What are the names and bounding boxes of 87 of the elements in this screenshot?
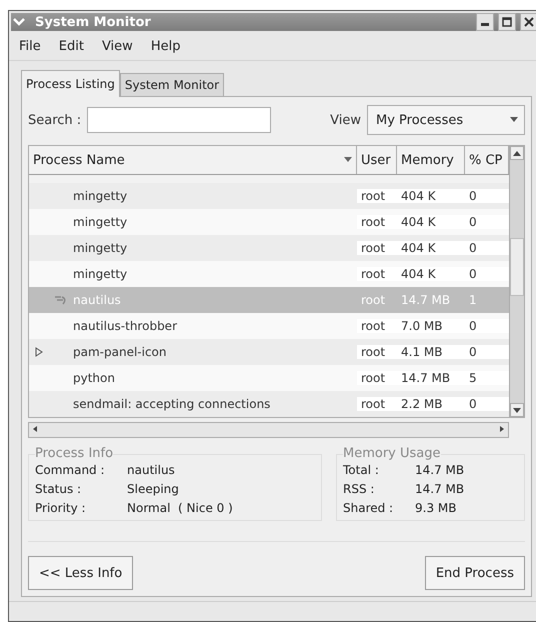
horizontal-scrollbar[interactable] — [28, 422, 509, 438]
end-process-button[interactable]: End Process — [424, 556, 525, 590]
close-icon — [524, 17, 534, 27]
table-cell: root — [361, 241, 386, 255]
field-value: Normal ( Nice 0 ) — [127, 500, 234, 517]
table-row[interactable]: mingetty root 404 K 0 — [29, 183, 509, 209]
close-button[interactable] — [520, 13, 536, 31]
table-cell: root — [361, 267, 386, 281]
table-cell: mingetty — [73, 215, 128, 229]
menu-item[interactable]: Edit — [58, 39, 84, 54]
tab[interactable]: System Monitor — [120, 73, 224, 97]
table-cell: 0 — [469, 319, 477, 333]
expander-triangle-icon[interactable] — [35, 347, 43, 357]
view-dropdown[interactable]: My Processes — [367, 105, 525, 135]
scrollbar-thumb[interactable] — [510, 238, 524, 296]
table-cell: 404 K — [401, 241, 436, 255]
table-cell: 5 — [469, 371, 477, 385]
table-cell: 0 — [469, 189, 477, 203]
table-cell: root — [361, 371, 386, 385]
table-cell: 0 — [469, 397, 477, 411]
table-cell: pam-panel-icon — [73, 345, 166, 359]
field-label: Shared : — [343, 500, 394, 517]
field-label: Command : — [35, 462, 106, 479]
table-cell: root — [361, 293, 386, 307]
table-cell: mingetty — [73, 267, 128, 281]
menu-item[interactable]: File — [19, 39, 41, 54]
table-cell: 0 — [469, 345, 477, 359]
table-cell: root — [361, 397, 386, 411]
table-cell: 404 K — [401, 215, 436, 229]
table-cell: 1 — [469, 293, 477, 307]
column-header[interactable]: Process Name — [29, 146, 357, 174]
table-row[interactable]: mingetty root 404 K 0 — [29, 235, 509, 261]
field-label: RSS : — [343, 481, 376, 498]
window-title: System Monitor — [35, 14, 152, 30]
scroll-down-icon[interactable] — [513, 408, 521, 412]
maximize-icon — [502, 17, 512, 27]
search-label: Search : — [28, 112, 82, 128]
field-value: nautilus — [127, 462, 176, 479]
menu-item[interactable]: Help — [150, 39, 180, 54]
table-row[interactable]: sendmail: accepting connections root 2.2 MB 0 — [29, 391, 509, 417]
tab[interactable]: Process Listing — [21, 70, 120, 97]
process-icon — [54, 295, 68, 305]
search-field[interactable] — [87, 107, 272, 133]
table-cell: 404 K — [401, 189, 436, 203]
table-cell: root — [361, 189, 386, 203]
menu-item[interactable]: View — [102, 39, 133, 54]
dropdown-arrow-icon — [510, 117, 518, 123]
column-header[interactable]: User — [357, 146, 397, 174]
table-row[interactable]: nautilus-throbber root 7.0 MB 0 — [29, 313, 509, 339]
table-row[interactable]: mingetty root 404 K 0 — [29, 209, 509, 235]
group-title: Memory Usage — [343, 446, 441, 461]
field-value: 14.7 MB — [415, 462, 466, 479]
table-cell: root — [361, 319, 386, 333]
table-cell: 14.7 MB — [401, 371, 450, 385]
field-value: 14.7 MB — [415, 481, 466, 498]
table-cell: mingetty — [73, 189, 128, 203]
minimize-button[interactable] — [476, 13, 494, 31]
field-label: Status : — [35, 481, 82, 498]
sort-arrow-icon — [344, 157, 352, 163]
table-cell: 404 K — [401, 267, 436, 281]
scroll-up-icon[interactable] — [513, 150, 521, 156]
table-cell: 14.7 MB — [401, 293, 450, 307]
table-row[interactable]: python root 14.7 MB 5 — [29, 365, 509, 391]
vertical-scrollbar[interactable] — [509, 146, 524, 417]
table-cell: 0 — [469, 267, 477, 281]
column-header[interactable]: Memory — [397, 146, 465, 174]
table-row[interactable]: mingetty root 404 K 0 — [29, 261, 509, 287]
table-row[interactable]: pam-panel-icon root 4.1 MB 0 — [29, 339, 509, 365]
table-cell: root — [361, 215, 386, 229]
table-cell: 4.1 MB — [401, 345, 442, 359]
field-value: 9.3 MB — [415, 500, 458, 517]
table-cell: sendmail: accepting connections — [73, 397, 270, 411]
table-cell: nautilus-throbber — [73, 319, 177, 333]
table-cell: python — [73, 371, 115, 385]
table-cell: root — [361, 345, 386, 359]
field-label: Total : — [343, 462, 380, 479]
table-cell: 0 — [469, 241, 477, 255]
table-cell: 2.2 MB — [401, 397, 442, 411]
maximize-button[interactable] — [498, 13, 516, 31]
table-cell: 0 — [469, 215, 477, 229]
table-cell: mingetty — [73, 241, 128, 255]
field-value: Sleeping — [127, 481, 180, 498]
field-label: Priority : — [35, 500, 87, 517]
view-label: View — [330, 112, 361, 128]
table-cell: nautilus — [73, 293, 121, 307]
table-cell: 7.0 MB — [401, 319, 442, 333]
less-info-button[interactable]: << Less Info — [28, 556, 134, 590]
